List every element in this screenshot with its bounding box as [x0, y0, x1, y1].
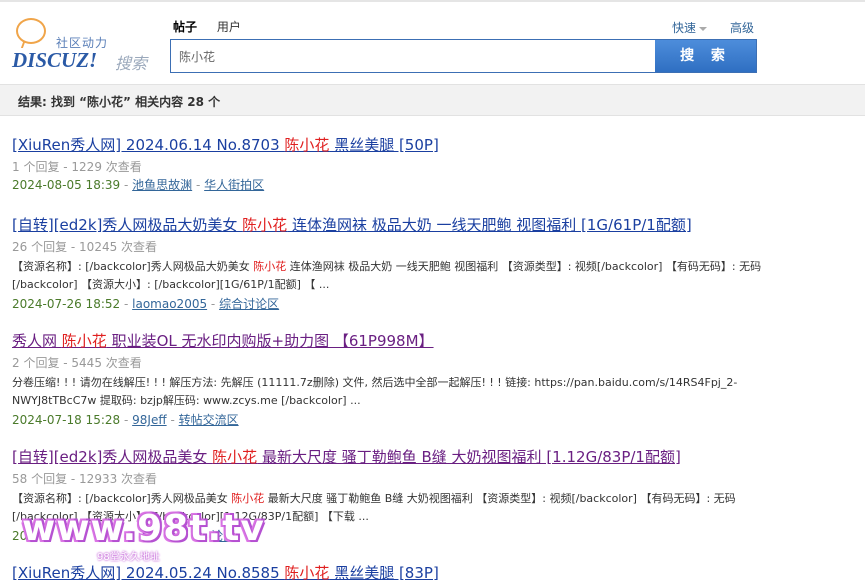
watermark-caption: 98堂永久地址 — [97, 552, 160, 563]
result-forum-link[interactable]: 转帖交流区 — [179, 413, 239, 427]
result-date: 2024-07-26 18:52 — [12, 297, 121, 311]
result-date: 2024-08-05 18:39 — [12, 178, 121, 192]
result-forum-link[interactable]: 华人街拍区 — [204, 178, 264, 192]
result-summary-bar: 结果: 找到 “陈小花” 相关内容 28 个 — [0, 84, 865, 116]
result-title-link[interactable]: [自转][ed2k]秀人网极品大奶美女 陈小花 连体渔网袜 极品大奶 一线天肥鲍… — [12, 215, 802, 235]
tab-posts[interactable]: 帖子 — [173, 20, 197, 34]
keyword-highlight: 陈小花 — [284, 564, 330, 582]
watermark-url: www.98t.tv — [22, 508, 265, 549]
result-stats: 1 个回复 - 1229 次查看 — [12, 160, 142, 174]
search-result: [XiuRen秀人网] 2024.06.14 No.8703 陈小花 黑丝美腿 … — [12, 135, 802, 193]
result-author-link[interactable]: laomao2005 — [132, 297, 207, 311]
search-result: 秀人网 陈小花 职业装OL 无水印内购版+助力图 【61P998M】 2 个回复… — [12, 331, 802, 428]
result-title-link[interactable]: [XiuRen秀人网] 2024.05.24 No.8585 陈小花 黑丝美腿 … — [12, 563, 802, 583]
result-forum-link[interactable]: 综合讨论区 — [219, 297, 279, 311]
result-stats: 58 个回复 - 12933 次查看 — [12, 472, 158, 486]
top-border — [0, 0, 865, 2]
search-input[interactable] — [171, 40, 655, 72]
keyword-highlight: 陈小花 — [61, 332, 107, 350]
result-title-link[interactable]: [XiuRen秀人网] 2024.06.14 No.8703 陈小花 黑丝美腿 … — [12, 135, 802, 155]
search-result: [XiuRen秀人网] 2024.05.24 No.8585 陈小花 黑丝美腿 … — [12, 563, 802, 583]
result-snippet: 分卷压缩! ! ! 请勿在线解压! ! ! 解压方法: 先解压 (11111.7… — [12, 376, 738, 407]
search-type-tabs: 帖子 用户 — [173, 18, 257, 35]
tab-users[interactable]: 用户 — [217, 20, 241, 34]
discuz-logo[interactable]: 社区动力 DISCUZ! 搜索 — [12, 18, 162, 73]
keyword-highlight: 陈小花 — [212, 448, 258, 466]
site-watermark: www.98t.tv 98堂永久地址 — [22, 508, 265, 564]
search-result: [自转][ed2k]秀人网极品大奶美女 陈小花 连体渔网袜 极品大奶 一线天肥鲍… — [12, 215, 802, 312]
quick-search-dropdown[interactable]: 快速 — [672, 19, 708, 36]
keyword-highlight: 陈小花 — [242, 216, 288, 234]
result-title-link[interactable]: [自转][ed2k]秀人网极品美女 陈小花 最新大尺度 骚丁勒鲍鱼 B缝 大奶视… — [12, 447, 802, 467]
search-bar: 搜 索 — [170, 39, 757, 73]
search-button[interactable]: 搜 索 — [655, 40, 756, 72]
result-summary: 结果: 找到 “陈小花” 相关内容 28 个 — [18, 95, 221, 109]
result-info: 2024-07-26 18:52 - laomao2005 - 综合讨论区 — [12, 297, 280, 311]
result-info: 2024-08-05 18:39 - 池鱼思故渊 - 华人街拍区 — [12, 178, 265, 192]
advanced-search-link[interactable]: 高级 — [730, 19, 754, 36]
result-date: 2024-07-18 15:28 — [12, 413, 121, 427]
result-stats: 2 个回复 - 5445 次查看 — [12, 356, 142, 370]
logo-brand: DISCUZ! — [12, 48, 98, 72]
result-info: 2024-07-18 15:28 - 98Jeff - 转帖交流区 — [12, 413, 239, 427]
result-author-link[interactable]: 池鱼思故渊 — [132, 178, 192, 192]
result-title-link[interactable]: 秀人网 陈小花 职业装OL 无水印内购版+助力图 【61P998M】 — [12, 331, 802, 351]
logo-suffix: 搜索 — [115, 54, 148, 73]
quick-search-label: 快速 — [672, 21, 697, 35]
chevron-down-icon — [699, 26, 708, 31]
keyword-highlight: 陈小花 — [284, 136, 330, 154]
speech-bubble-icon — [16, 18, 46, 44]
result-stats: 26 个回复 - 10245 次查看 — [12, 240, 158, 254]
result-snippet: 【资源名称】: [/backcolor]秀人网极品大奶美女 陈小花 连体渔网袜 … — [12, 260, 762, 291]
result-author-link[interactable]: 98Jeff — [132, 413, 166, 427]
